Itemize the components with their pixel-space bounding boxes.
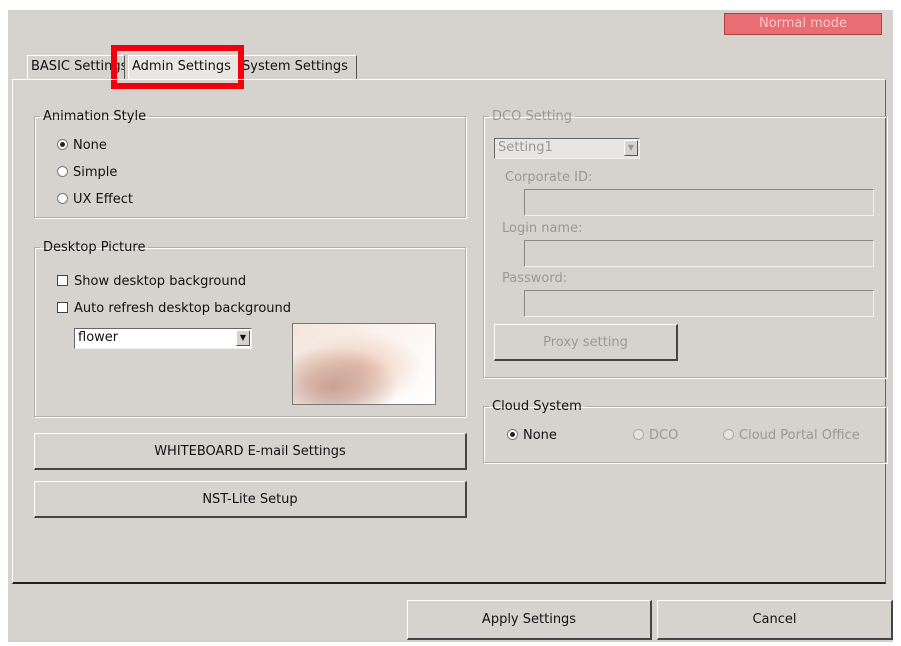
cloud-portal-office-label: Cloud Portal Office [739,428,860,443]
animation-ux-effect-option[interactable]: UX Effect [57,192,133,207]
cancel-button[interactable]: Cancel [657,600,893,640]
show-desktop-background-label: Show desktop background [74,274,247,289]
dco-setting-select-value: Setting1 [498,140,553,155]
nst-lite-setup-button[interactable]: NST-Lite Setup [34,481,467,518]
desktop-picture-select[interactable]: flower ▼ [74,328,252,349]
animation-none-option[interactable]: None [57,138,107,153]
checkbox-icon[interactable] [57,275,68,286]
animation-simple-option[interactable]: Simple [57,165,117,180]
cloud-none-label: None [523,428,557,443]
auto-refresh-background-option[interactable]: Auto refresh desktop background [57,301,291,316]
radio-selected-icon[interactable] [57,139,68,150]
radio-icon[interactable] [723,429,734,440]
animation-style-legend: Animation Style [43,109,147,124]
radio-icon[interactable] [633,429,644,440]
radio-selected-icon[interactable] [507,429,518,440]
desktop-picture-preview [292,323,436,405]
chevron-down-icon[interactable]: ▼ [624,140,638,156]
mode-badge: Normal mode [724,13,882,35]
password-label: Password: [502,271,568,286]
auto-refresh-background-label: Auto refresh desktop background [74,301,292,316]
dco-setting-select[interactable]: Setting1 ▼ [494,138,640,159]
cloud-dco-label: DCO [649,428,679,443]
cloud-none-option[interactable]: None [507,428,557,443]
corporate-id-label: Corporate ID: [505,170,593,185]
password-field[interactable] [524,290,874,317]
radio-icon[interactable] [57,166,68,177]
apply-settings-button[interactable]: Apply Settings [407,600,652,640]
login-name-label: Login name: [502,221,583,236]
animation-none-label: None [73,138,107,153]
checkbox-icon[interactable] [57,302,68,313]
cloud-system-legend: Cloud System [492,399,582,414]
desktop-picture-select-value: flower [78,330,119,345]
proxy-setting-button[interactable]: Proxy setting [494,324,678,361]
corporate-id-field[interactable] [524,189,874,216]
desktop-picture-legend: Desktop Picture [43,240,146,255]
cloud-portal-office-option[interactable]: Cloud Portal Office [723,428,860,443]
animation-ux-effect-label: UX Effect [73,192,133,207]
animation-simple-label: Simple [73,165,118,180]
whiteboard-email-settings-button[interactable]: WHITEBOARD E-mail Settings [34,433,467,470]
radio-icon[interactable] [57,193,68,204]
cloud-dco-option[interactable]: DCO [633,428,678,443]
login-name-field[interactable] [524,240,874,267]
dco-setting-legend: DCO Setting [492,109,572,124]
show-desktop-background-option[interactable]: Show desktop background [57,274,246,289]
tab-system-settings[interactable]: System Settings [241,55,357,79]
chevron-down-icon[interactable]: ▼ [236,330,250,346]
